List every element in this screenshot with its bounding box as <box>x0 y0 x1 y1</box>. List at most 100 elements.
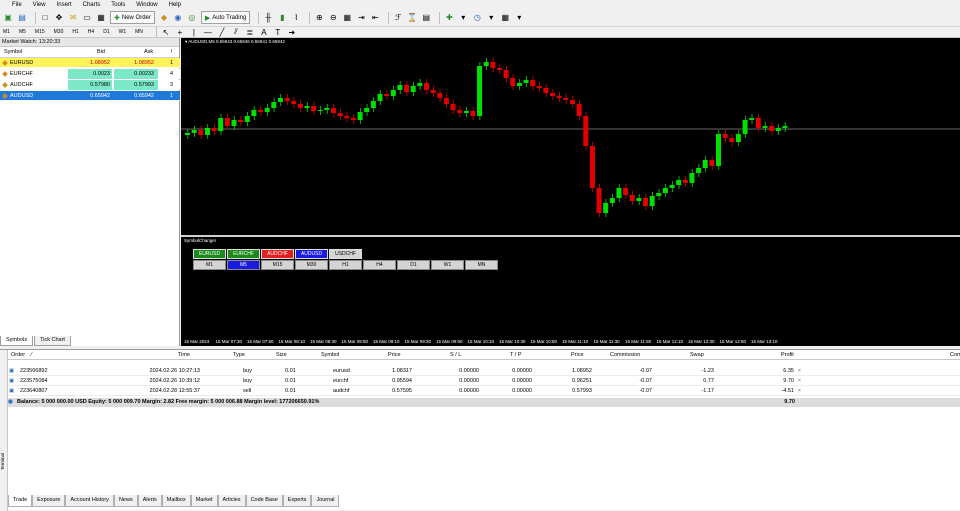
horizontal-line-icon[interactable]: — <box>203 27 213 37</box>
arrow-tool-icon[interactable]: ➜ <box>287 27 297 37</box>
navigator-icon[interactable]: ✉ <box>68 13 78 23</box>
timeframe-button-m30[interactable]: M30 <box>295 260 328 270</box>
new-order-button[interactable]: ✚ New Order <box>110 11 155 24</box>
clock-icon[interactable]: ◷ <box>472 13 482 23</box>
metaeditor-icon[interactable]: ◆ <box>159 13 169 23</box>
timeframe-button-m15[interactable]: M15 <box>261 260 294 270</box>
close-position-icon[interactable]: × <box>798 378 801 384</box>
crosshair-icon[interactable]: + <box>175 27 185 37</box>
auto-trading-button[interactable]: ▶ Auto Trading <box>200 11 251 24</box>
col-symbol[interactable]: Symbol <box>321 352 339 358</box>
symbol-button-audusd[interactable]: AUDUSD <box>295 249 328 259</box>
new-chart-icon[interactable]: ▣ <box>3 13 13 23</box>
timeframe-button-w1[interactable]: W1 <box>431 260 464 270</box>
col-commission[interactable]: Commission <box>610 352 640 358</box>
autoscroll-icon[interactable]: ⇥ <box>356 13 366 23</box>
zoom-out-icon[interactable]: ⊖ <box>328 13 338 23</box>
label-tool-icon[interactable]: T <box>273 27 283 37</box>
tf-m1[interactable]: M1 <box>3 29 10 35</box>
price-chart[interactable]: ▾ AUDUSD,M5 0.65943 0.65946 0.65941 0.65… <box>181 38 960 235</box>
col-comment[interactable]: Comment <box>950 352 960 358</box>
menu-file[interactable]: File <box>12 2 22 8</box>
menu-window[interactable]: Window <box>136 2 157 8</box>
col-profit[interactable]: Profit <box>781 352 794 358</box>
close-position-icon[interactable]: × <box>798 388 801 394</box>
col-spread[interactable]: ! <box>171 49 173 55</box>
trade-row[interactable]: ▣ 223566892 2024.02.26 10:27:13 buy 0.01 euru… <box>8 367 960 376</box>
market-watch-row[interactable]: EURUSD 1.08952 1.08952 1 <box>0 58 180 68</box>
dropdown-arrow-icon[interactable]: ▾ <box>514 13 524 23</box>
tf-m30[interactable]: M30 <box>54 29 64 35</box>
menu-charts[interactable]: Charts <box>83 2 101 8</box>
symbol-button-eurchf[interactable]: EURCHF <box>227 249 260 259</box>
col-price[interactable]: Price <box>388 352 401 358</box>
terminal-tab-experts[interactable]: Experts <box>282 495 312 507</box>
menu-view[interactable]: View <box>33 2 46 8</box>
terminal-tab-account-history[interactable]: Account History <box>65 495 114 507</box>
terminal-tab-journal[interactable]: Journal <box>311 495 340 507</box>
timeframe-button-h1[interactable]: H1 <box>329 260 362 270</box>
symbol-button-audchf[interactable]: AUDCHF <box>261 249 294 259</box>
timeframe-button-m1[interactable]: M1 <box>193 260 226 270</box>
tab-symbols[interactable]: Symbols <box>0 336 34 346</box>
market-watch-row[interactable]: EURCHF 0.0023 0.00233 4 <box>0 69 180 79</box>
col-symbol[interactable]: Symbol <box>4 49 22 55</box>
terminal-tab-market[interactable]: Market <box>190 495 218 507</box>
terminal-tab-articles[interactable]: Articles <box>217 495 246 507</box>
profiles-icon[interactable]: ▤ <box>17 13 27 23</box>
col-ask[interactable]: Ask <box>144 49 153 55</box>
chart-shift-icon[interactable]: ⇤ <box>370 13 380 23</box>
timeframe-button-d1[interactable]: D1 <box>397 260 430 270</box>
bar-chart-icon[interactable]: ╫ <box>263 13 273 23</box>
add-indicator-icon[interactable]: ✚ <box>444 13 454 23</box>
terminal-tab-trade[interactable]: Trade <box>8 495 33 507</box>
terminal-tab-alerts[interactable]: Alerts <box>137 495 162 507</box>
tile-windows-icon[interactable]: ▦ <box>342 13 352 23</box>
menu-insert[interactable]: Insert <box>57 2 72 8</box>
tester-icon[interactable]: ▦ <box>96 13 106 23</box>
indicators-icon[interactable]: ℱ <box>393 13 403 23</box>
market-watch-icon[interactable]: □ <box>40 13 50 23</box>
terminal-tab-news[interactable]: News <box>113 495 138 507</box>
zoom-in-icon[interactable]: ⊕ <box>314 13 324 23</box>
vertical-line-icon[interactable]: | <box>189 27 199 37</box>
trendline-icon[interactable]: ╱ <box>217 27 227 37</box>
col-swap[interactable]: Swap <box>690 352 704 358</box>
timeframe-button-h4[interactable]: H4 <box>363 260 396 270</box>
col-bid[interactable]: Bid <box>97 49 105 55</box>
grid-icon[interactable]: ▦ <box>500 13 510 23</box>
dropdown-arrow-icon[interactable]: ▾ <box>486 13 496 23</box>
text-tool-icon[interactable]: A <box>259 27 269 37</box>
fibonacci-icon[interactable]: ≣ <box>245 27 255 37</box>
data-window-icon[interactable]: ✥ <box>54 13 64 23</box>
channel-icon[interactable]: ⫽ <box>231 27 241 37</box>
vps-icon[interactable]: ◎ <box>187 13 197 23</box>
cursor-icon[interactable]: ↖ <box>161 27 171 37</box>
templates-icon[interactable]: ▤ <box>421 13 431 23</box>
tf-m5[interactable]: M5 <box>19 29 26 35</box>
col-order[interactable]: Order <box>11 352 25 358</box>
candlestick-icon[interactable]: ▮ <box>277 13 287 23</box>
timeframe-button-m5[interactable]: M5 <box>227 260 260 270</box>
menu-help[interactable]: Help <box>169 2 181 8</box>
close-position-icon[interactable]: × <box>798 368 801 374</box>
market-watch-row[interactable]: AUDCHF 0.57980 0.57993 3 <box>0 80 180 90</box>
col-current-price[interactable]: Price <box>571 352 584 358</box>
dropdown-arrow-icon[interactable]: ▾ <box>458 13 468 23</box>
col-time[interactable]: Time <box>178 352 190 358</box>
timeframe-button-mn[interactable]: MN <box>465 260 498 270</box>
periods-icon[interactable]: ⌛ <box>407 13 417 23</box>
tab-tick-chart[interactable]: Tick Chart <box>34 336 71 346</box>
menu-tools[interactable]: Tools <box>111 2 125 8</box>
signals-icon[interactable]: ◉ <box>173 13 183 23</box>
trade-row[interactable]: ▣ 223575084 2024.02.26 10:39:12 buy 0.01 eurc… <box>8 377 960 386</box>
terminal-icon[interactable]: ▭ <box>82 13 92 23</box>
terminal-tab-mailbox[interactable]: Mailbox <box>161 495 191 507</box>
tf-h1[interactable]: H1 <box>72 29 78 35</box>
symbol-button-usdchf[interactable]: USDCHF <box>329 249 362 259</box>
tf-d1[interactable]: D1 <box>103 29 109 35</box>
line-chart-icon[interactable]: ⌇ <box>291 13 301 23</box>
terminal-tab-exposure[interactable]: Exposure <box>32 495 66 507</box>
symbol-button-eurusd[interactable]: EURUSD <box>193 249 226 259</box>
terminal-tab-code-base[interactable]: Code Base <box>245 495 283 507</box>
